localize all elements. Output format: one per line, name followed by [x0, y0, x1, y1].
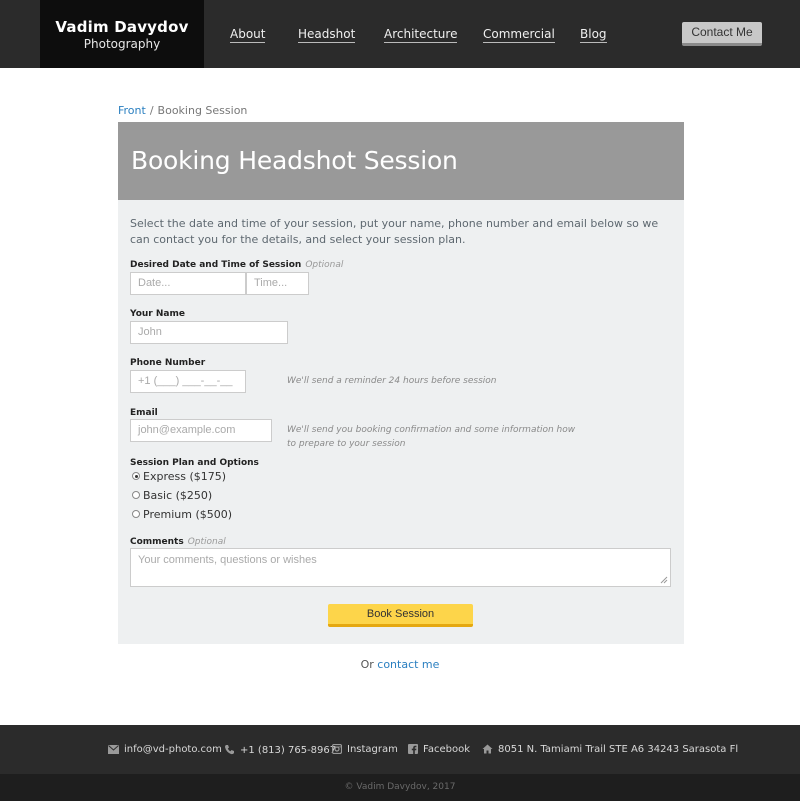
plan-option-label: Basic ($250): [143, 489, 213, 502]
instagram-icon: [332, 744, 342, 754]
footer-phone-text: +1 (813) 765-8967: [240, 745, 337, 756]
email-input[interactable]: john@example.com: [130, 419, 272, 442]
copyright: © Vadim Davydov, 2017: [0, 774, 800, 801]
brand-logo[interactable]: Vadim Davydov Photography: [40, 0, 204, 68]
home-icon: [482, 744, 493, 754]
breadcrumb: Front / Booking Session: [118, 104, 247, 117]
site-header: Vadim Davydov Photography About Headshot…: [0, 0, 800, 68]
comments-label: Comments Optional: [130, 537, 226, 547]
page-title: Booking Headshot Session: [131, 146, 458, 175]
datetime-label-text: Desired Date and Time of Session: [130, 260, 302, 270]
footer-email[interactable]: info@vd-photo.com: [108, 744, 222, 755]
brand-subtitle: Photography: [83, 37, 161, 51]
phone-input[interactable]: +1 (___) ___-__-__: [130, 370, 246, 393]
name-input[interactable]: John: [130, 321, 288, 344]
radio-icon[interactable]: [132, 510, 140, 518]
footer-address-text: 8051 N. Tamiami Trail STE A6 34243 Saras…: [498, 744, 739, 755]
footer-facebook[interactable]: Facebook: [408, 744, 470, 755]
comments-textarea[interactable]: Your comments, questions or wishes: [130, 548, 671, 587]
time-input[interactable]: Time...: [246, 272, 309, 295]
email-label: Email: [130, 408, 158, 418]
nav-architecture[interactable]: Architecture: [384, 27, 458, 43]
contact-me-link[interactable]: contact me: [377, 658, 439, 671]
footer-instagram-text: Instagram: [347, 744, 398, 755]
footer-address[interactable]: 8051 N. Tamiami Trail STE A6 34243 Saras…: [482, 744, 738, 755]
breadcrumb-current: Booking Session: [157, 104, 248, 117]
plan-option-label: Express ($175): [143, 470, 227, 483]
nav-commercial[interactable]: Commercial: [483, 27, 555, 43]
nav-blog[interactable]: Blog: [580, 27, 607, 43]
footer-facebook-text: Facebook: [423, 744, 470, 755]
comments-label-text: Comments: [130, 537, 184, 547]
site-footer: info@vd-photo.com +1 (813) 765-8967 Inst…: [0, 725, 800, 774]
facebook-icon: [408, 744, 418, 754]
nav-headshot[interactable]: Headshot: [298, 27, 356, 43]
breadcrumb-separator: /: [149, 104, 154, 117]
plan-option-premium[interactable]: Premium ($500): [132, 508, 232, 521]
comments-placeholder: Your comments, questions or wishes: [138, 554, 317, 566]
date-input[interactable]: Date...: [130, 272, 246, 295]
email-hint: We'll send you booking confirmation and …: [287, 425, 576, 449]
plan-option-basic[interactable]: Basic ($250): [132, 489, 212, 502]
datetime-optional: Optional: [305, 260, 344, 270]
nav-about[interactable]: About: [230, 27, 266, 43]
brand-name: Vadim Davydov: [55, 18, 189, 36]
alt-contact-prefix: Or: [360, 658, 374, 671]
plan-option-express[interactable]: Express ($175): [132, 470, 226, 483]
phone-label: Phone Number: [130, 358, 206, 368]
comments-optional: Optional: [187, 537, 226, 547]
book-session-button[interactable]: Book Session: [328, 604, 473, 627]
footer-phone[interactable]: +1 (813) 765-8967: [224, 744, 336, 756]
footer-instagram[interactable]: Instagram: [332, 744, 398, 755]
radio-icon[interactable]: [132, 491, 140, 499]
plan-label: Session Plan and Options: [130, 458, 259, 468]
resize-grip-icon[interactable]: [660, 576, 668, 584]
datetime-label: Desired Date and Time of Session Optional: [130, 260, 343, 270]
footer-email-text: info@vd-photo.com: [124, 744, 222, 755]
plan-option-label: Premium ($500): [143, 508, 233, 521]
phone-icon: [225, 745, 234, 755]
booking-card-header: Booking Headshot Session: [118, 122, 684, 200]
booking-form: Select the date and time of your session…: [118, 200, 684, 644]
contact-me-button[interactable]: Contact Me: [682, 22, 762, 46]
envelope-icon: [108, 745, 119, 754]
form-intro: Select the date and time of your session…: [130, 217, 659, 246]
name-label: Your Name: [130, 309, 185, 319]
breadcrumb-front-link[interactable]: Front: [118, 104, 146, 117]
alt-contact: Or contact me: [0, 658, 800, 671]
phone-hint: We'll send a reminder 24 hours before se…: [287, 376, 497, 386]
radio-selected-icon[interactable]: [132, 472, 140, 480]
